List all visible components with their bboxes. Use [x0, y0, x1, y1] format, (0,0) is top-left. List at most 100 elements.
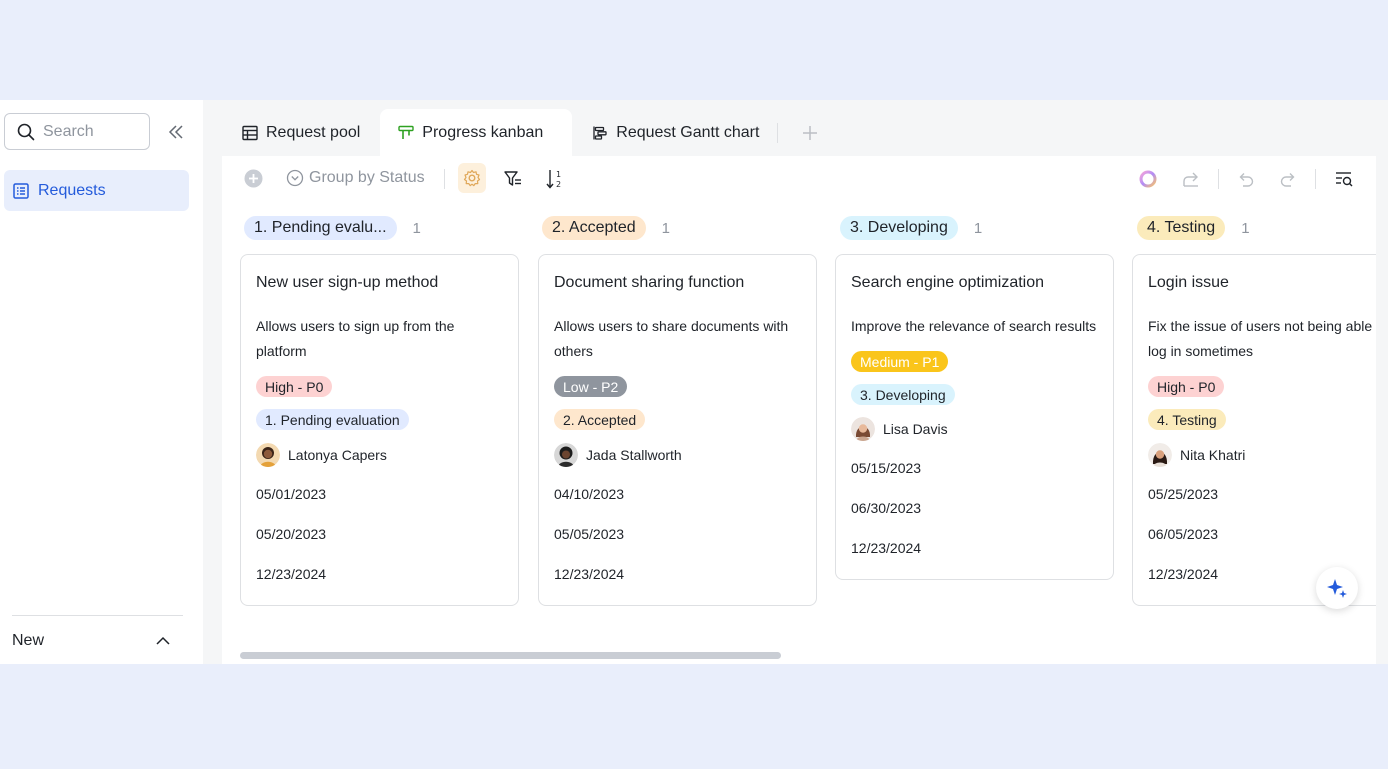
column-count: 1: [1241, 219, 1250, 237]
tab-divider: [777, 122, 779, 143]
description-line: log in sometimes: [1148, 343, 1254, 359]
card-date: 05/15/2023: [851, 460, 922, 476]
tab-label: Request pool: [266, 123, 361, 141]
view-tabs: Request pool Progress kanban Request Gan…: [222, 109, 820, 156]
priority-tag: Low - P2: [554, 376, 628, 397]
status-pill: 3. Developing: [840, 216, 958, 240]
sparkle-icon: [1327, 579, 1347, 598]
tab-progress-kanban[interactable]: Progress kanban: [380, 109, 573, 156]
card-title: Search engine optimization: [851, 274, 1045, 291]
assistant-ring-icon[interactable]: [1138, 169, 1158, 189]
settings-button[interactable]: [458, 163, 486, 193]
list-icon: [13, 182, 29, 199]
assignee: Nita Khatri: [1148, 443, 1245, 467]
kanban-board: Group by Status 12 1. Pending evalu... 1…: [222, 156, 1376, 664]
tab-request-pool[interactable]: Request pool: [222, 109, 380, 156]
assignee-name: Lisa Davis: [883, 421, 948, 437]
priority-tag: High - P0: [256, 376, 333, 397]
column-count: 1: [973, 219, 983, 237]
redo-icon[interactable]: [1278, 169, 1298, 189]
card-title: Login issue: [1148, 274, 1229, 291]
card-date: 12/23/2024: [851, 540, 922, 556]
kanban-card[interactable]: New user sign-up method Allows users to …: [240, 254, 519, 606]
gantt-icon: [593, 126, 607, 140]
assignee: Lisa Davis: [851, 417, 948, 441]
column-header-accepted[interactable]: 2. Accepted 1: [542, 216, 670, 240]
search-placeholder: Search: [43, 122, 94, 140]
chevron-up-icon: [156, 636, 170, 645]
priority-tag: Medium - P1: [851, 351, 949, 372]
status-tag: 4. Testing: [1148, 409, 1226, 430]
add-view-icon[interactable]: [800, 123, 820, 143]
status-pill: 2. Accepted: [542, 216, 646, 240]
description-line: others: [554, 343, 593, 359]
column-count: 1: [661, 219, 670, 237]
column-count: 1: [412, 219, 421, 237]
undo-icon[interactable]: [1236, 169, 1256, 189]
card-date: 06/05/2023: [1148, 526, 1219, 542]
avatar: [851, 417, 875, 441]
card-date: 12/23/2024: [1148, 566, 1219, 582]
toolbar-divider: [1218, 169, 1219, 189]
horizontal-scrollbar[interactable]: [240, 652, 781, 659]
kanban-card[interactable]: Document sharing function Allows users t…: [538, 254, 817, 606]
collapse-sidebar-icon[interactable]: [166, 122, 186, 142]
sidebar: Search Requests New: [0, 100, 203, 664]
card-title: New user sign-up method: [256, 274, 439, 291]
assignee: Jada Stallworth: [554, 443, 682, 467]
column-header-testing[interactable]: 4. Testing 1: [1137, 216, 1250, 240]
card-date: 12/23/2024: [256, 566, 327, 582]
card-date: 04/10/2023: [554, 486, 625, 502]
sort-icon[interactable]: 12: [545, 168, 565, 190]
kanban-card[interactable]: Search engine optimization Improve the r…: [835, 254, 1114, 580]
search-icon: [17, 123, 35, 140]
card-date: 06/30/2023: [851, 500, 922, 516]
ai-assistant-button[interactable]: [1316, 567, 1358, 609]
avatar: [554, 443, 578, 467]
gear-icon: [463, 169, 481, 187]
column-header-pending[interactable]: 1. Pending evalu... 1: [244, 216, 421, 240]
search-input[interactable]: Search: [4, 113, 150, 150]
kanban-icon: [398, 125, 414, 139]
chevron-circle-icon: [286, 169, 304, 187]
table-icon: [242, 125, 258, 140]
card-title: Document sharing function: [554, 274, 745, 291]
group-by-label: Group by Status: [309, 169, 425, 186]
avatar: [1148, 443, 1172, 467]
assignee-name: Nita Khatri: [1180, 447, 1246, 463]
card-description: Allows users to share documents with oth…: [554, 314, 804, 364]
filter-icon[interactable]: [503, 169, 523, 189]
card-description: Allows users to sign up from the platfor…: [256, 314, 506, 364]
tab-request-gantt-chart[interactable]: Request Gantt chart: [572, 109, 779, 156]
column-header-developing[interactable]: 3. Developing 1: [840, 216, 982, 240]
sidebar-item-requests[interactable]: Requests: [4, 170, 189, 211]
divider: [12, 615, 183, 616]
card-date: 12/23/2024: [554, 566, 625, 582]
description-line: Improve the relevance of search results: [851, 318, 1097, 334]
sidebar-item-label: Requests: [38, 181, 106, 199]
status-tag: 2. Accepted: [554, 409, 646, 430]
status-pill: 4. Testing: [1137, 216, 1226, 240]
toolbar: Group by Status 12: [222, 156, 1376, 202]
card-description: Fix the issue of users not being able t …: [1148, 314, 1376, 364]
assignee-name: Latonya Capers: [288, 447, 387, 463]
status-tag: 3. Developing: [851, 384, 955, 405]
search-records-icon[interactable]: [1334, 169, 1354, 189]
priority-tag: High - P0: [1148, 376, 1225, 397]
add-record-icon[interactable]: [244, 169, 263, 188]
new-label: New: [12, 632, 45, 649]
share-icon[interactable]: [1181, 169, 1201, 189]
description-line: Fix the issue of users not being able t: [1148, 318, 1376, 334]
kanban-card[interactable]: Login issue Fix the issue of users not b…: [1132, 254, 1376, 606]
tab-label: Progress kanban: [422, 123, 544, 141]
group-by-button[interactable]: Group by Status: [286, 169, 425, 187]
assignee: Latonya Capers: [256, 443, 387, 467]
description-line: Allows users to sign up from the: [256, 318, 455, 334]
avatar: [256, 443, 280, 467]
toolbar-divider: [444, 169, 445, 189]
card-date: 05/01/2023: [256, 486, 327, 502]
assignee-name: Jada Stallworth: [586, 447, 682, 463]
card-date: 05/25/2023: [1148, 486, 1219, 502]
new-section-toggle[interactable]: New: [12, 630, 172, 652]
svg-text:2: 2: [556, 180, 561, 189]
